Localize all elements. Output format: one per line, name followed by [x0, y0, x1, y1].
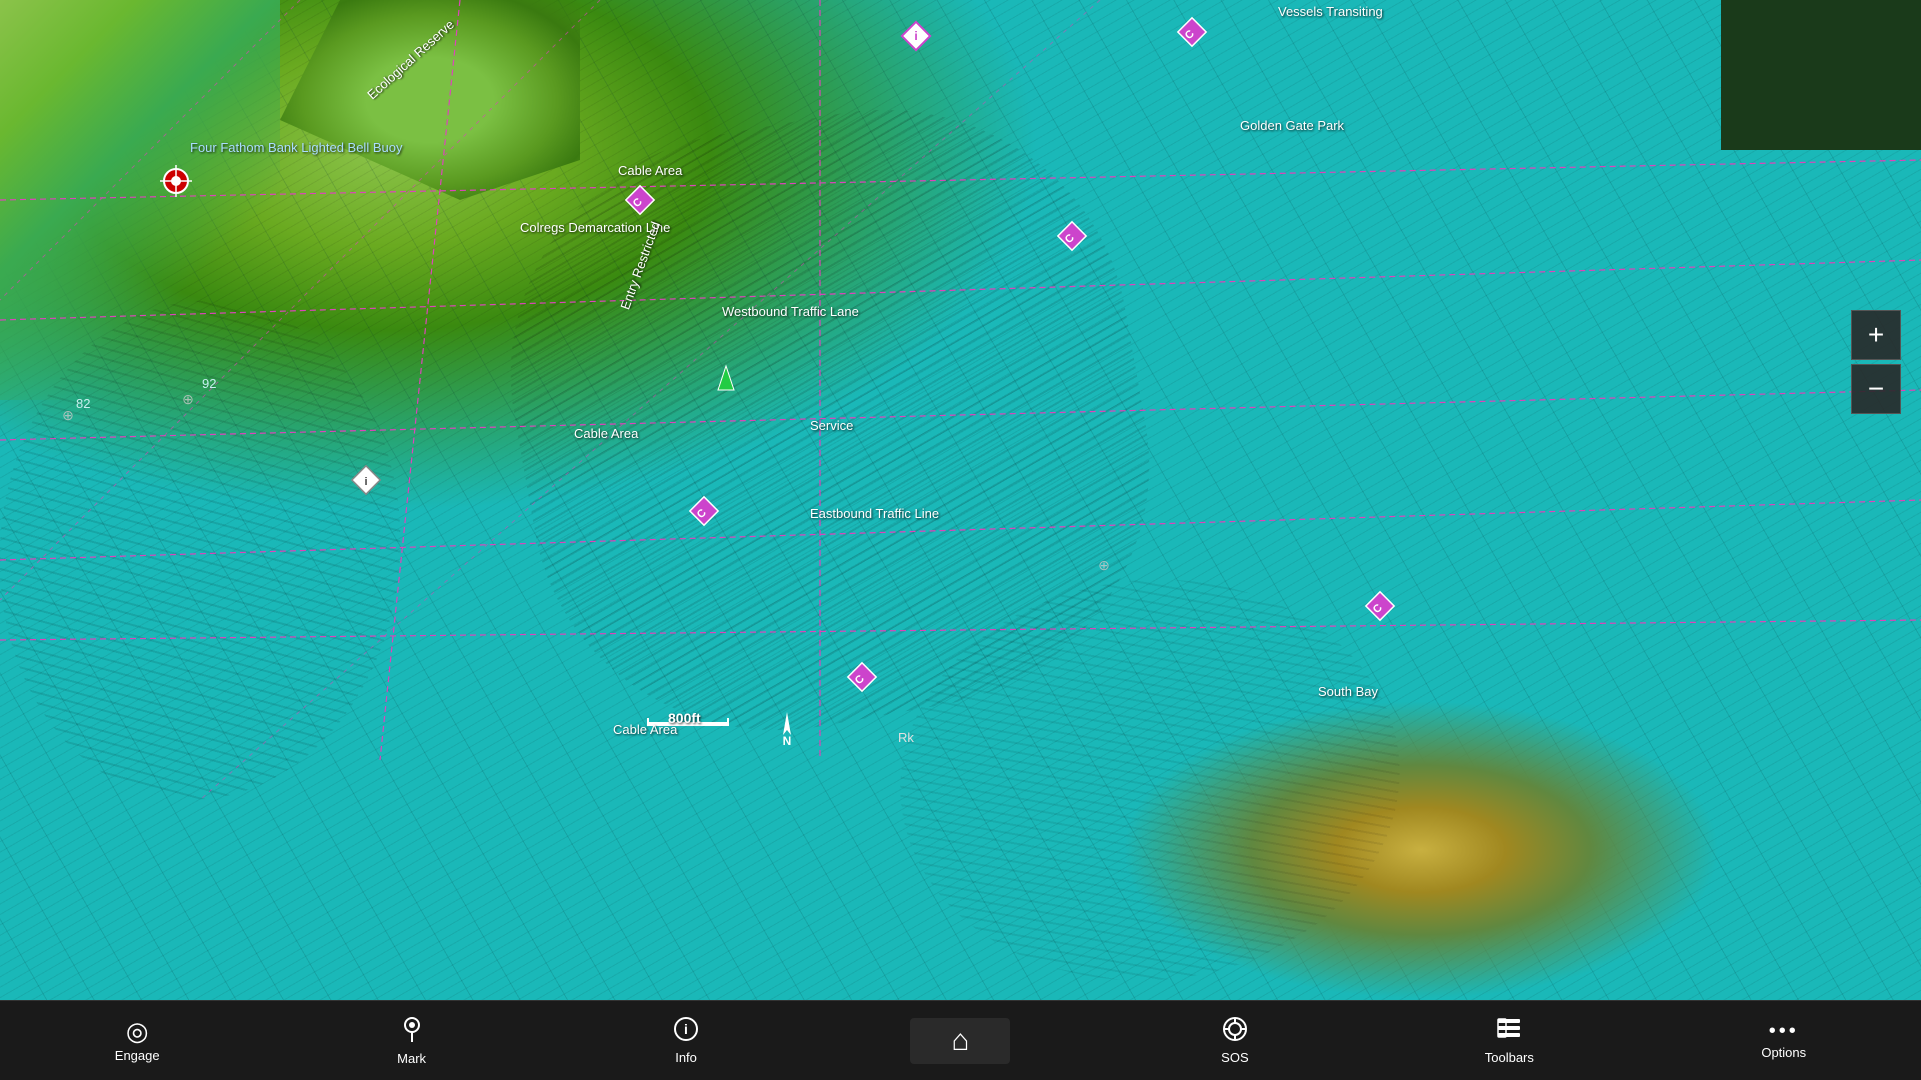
svg-text:i: i: [684, 1021, 688, 1037]
depth-82: 82: [76, 396, 90, 411]
map-container[interactable]: i C C C C C C i ⊕ ⊕ ⊕: [0, 0, 1921, 1000]
info-label: Info: [675, 1050, 697, 1065]
toolbar-engage[interactable]: ◎ Engage: [87, 1010, 187, 1071]
toolbar-home[interactable]: ⌂: [910, 1018, 1010, 1064]
toolbar-toolbars[interactable]: Toolbars: [1459, 1008, 1559, 1073]
bottom-toolbar: ◎ Engage Mark i Info ⌂: [0, 1000, 1921, 1080]
toolbar-mark[interactable]: Mark: [362, 1007, 462, 1074]
engage-label: Engage: [115, 1048, 160, 1063]
zoom-in-button[interactable]: +: [1851, 310, 1901, 360]
toolbars-icon: [1496, 1016, 1522, 1046]
engage-icon: ◎: [126, 1018, 149, 1044]
options-icon: •••: [1769, 1021, 1799, 1041]
toolbar-info[interactable]: i Info: [636, 1008, 736, 1073]
zoom-controls: + −: [1851, 310, 1901, 414]
options-label: Options: [1761, 1045, 1806, 1060]
sos-label: SOS: [1221, 1050, 1248, 1065]
mark-icon: [399, 1015, 425, 1047]
toolbar-sos[interactable]: SOS: [1185, 1008, 1285, 1073]
depth-rk: Rk: [898, 730, 914, 745]
info-icon: i: [673, 1016, 699, 1046]
zoom-out-button[interactable]: −: [1851, 364, 1901, 414]
land-area-top-right: [1721, 0, 1921, 150]
sos-icon: [1222, 1016, 1248, 1046]
mark-label: Mark: [397, 1051, 426, 1066]
toolbars-label: Toolbars: [1485, 1050, 1534, 1065]
toolbar-options[interactable]: ••• Options: [1734, 1013, 1834, 1068]
home-icon: ⌂: [951, 1026, 969, 1056]
depth-92: 92: [202, 376, 216, 391]
